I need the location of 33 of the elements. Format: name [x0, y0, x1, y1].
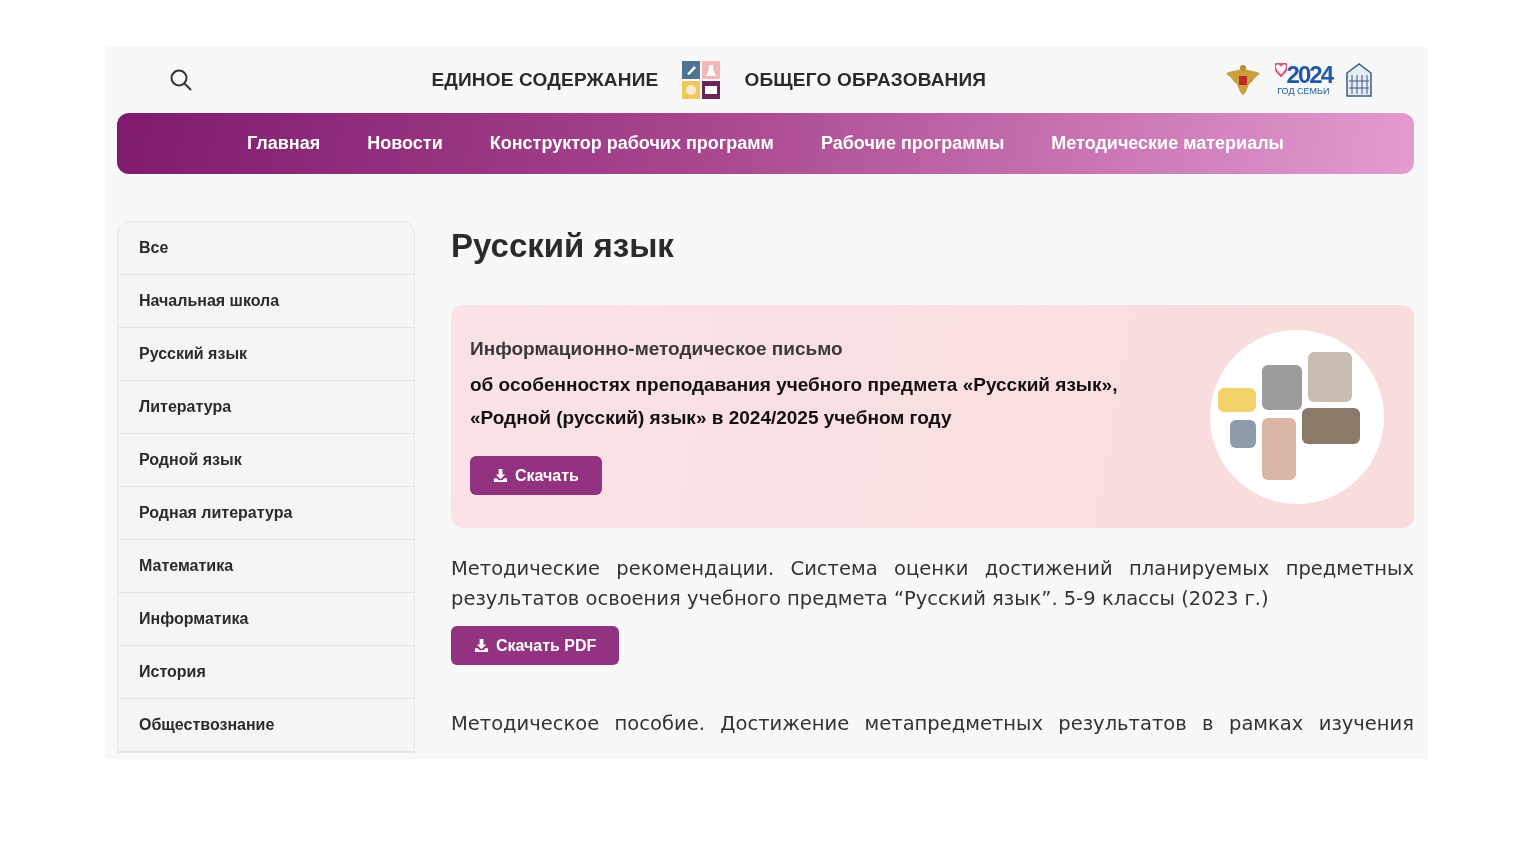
sidebar-item[interactable]: История	[118, 646, 414, 699]
card-subtitle: об особенностях преподавания учебного предмета «Русский язык»,	[470, 373, 1119, 397]
nav-link[interactable]: Новости	[367, 133, 443, 154]
site-title: ЕДИНОЕ СОДЕРЖАНИЕ	[431, 68, 659, 91]
site-title: ОБЩЕГО ОБРАЗОВАНИЯ	[744, 68, 987, 91]
sidebar-item[interactable]: Родной язык	[118, 434, 414, 487]
sidebar-item[interactable]: Информатика	[118, 593, 414, 646]
search-icon[interactable]	[169, 67, 193, 92]
heart-icon	[1274, 63, 1287, 77]
sidebar-item[interactable]: Начальная школа	[118, 275, 414, 328]
building-icon	[1346, 62, 1372, 97]
document-description: Методическое пособие. Достижение метапредметных результатов в рамках изучения	[451, 711, 1414, 737]
year-logo-caption: ГОД СЕМЬИ	[1277, 87, 1330, 96]
download-icon	[474, 638, 489, 653]
document-description: Методические рекомендации. Система оценки достижений планируемых предметных результатов освоения учебного предмета “Русский язык”. 5-9 классы (2023 г.)	[451, 556, 1414, 612]
download-icon	[493, 468, 508, 483]
page-title: Русский язык	[451, 227, 675, 265]
sidebar-item[interactable]: Русский язык	[118, 328, 414, 381]
card-heading: Информационно-методическое письмо	[470, 338, 844, 360]
sidebar-item[interactable]: Все	[118, 222, 414, 275]
sidebar-item[interactable]: Родная литература	[118, 487, 414, 540]
download-pdf-button[interactable]: Скачать PDF	[451, 626, 620, 665]
sidebar-item[interactable]: Обществознание	[118, 699, 414, 752]
sidebar-item[interactable]: Математика	[118, 540, 414, 593]
nav-link[interactable]: Главная	[247, 133, 321, 154]
year-logo-number: 2024	[1274, 63, 1332, 87]
sidebar-item[interactable]: Литература	[118, 381, 414, 434]
logo-icon[interactable]	[682, 60, 721, 99]
nav-link[interactable]: Рабочие программы	[820, 133, 1005, 154]
download-button[interactable]: Скачать	[470, 456, 602, 495]
nav-link[interactable]: Конструктор рабочих программ	[489, 133, 774, 154]
card-subtitle: «Родной (русский) язык» в 2024/2025 учебном году	[470, 406, 953, 430]
eagle-emblem-icon	[1224, 63, 1261, 96]
